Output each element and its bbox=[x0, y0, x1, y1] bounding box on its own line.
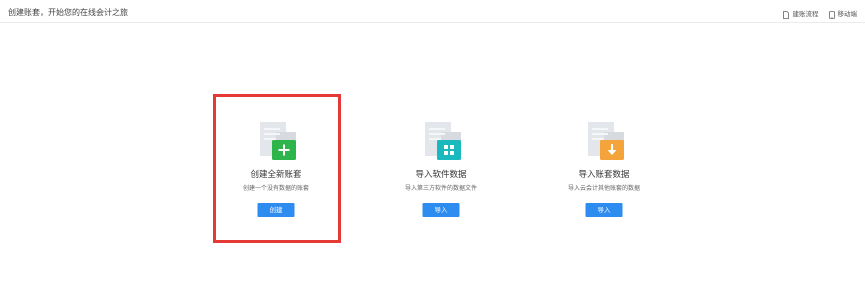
import-account-button[interactable]: 导入 bbox=[585, 203, 623, 217]
mobile-link[interactable]: 移动端 bbox=[828, 10, 858, 19]
account-process-label: 建账流程 bbox=[792, 10, 819, 18]
mobile-icon bbox=[828, 10, 835, 19]
download-arrow-icon bbox=[600, 140, 624, 160]
document-illustration bbox=[588, 122, 624, 160]
card-description: 导入第三方软件的数据文件 bbox=[404, 185, 477, 192]
document-icon bbox=[782, 10, 789, 19]
page-title: 创建账套，开始您的在线会计之旅 bbox=[8, 8, 128, 17]
import-software-button[interactable]: 导入 bbox=[422, 203, 460, 217]
import-software-data-card: 导入软件数据 导入第三方软件的数据文件 导入 bbox=[366, 112, 516, 217]
document-illustration bbox=[425, 122, 461, 160]
highlight-frame bbox=[213, 94, 341, 243]
top-actions: 建账流程 移动端 bbox=[782, 10, 858, 19]
card-description: 导入云会计其他账套的数据 bbox=[567, 185, 640, 192]
card-title: 导入账套数据 bbox=[578, 170, 630, 180]
account-process-link[interactable]: 建账流程 bbox=[782, 10, 819, 19]
top-bar: 创建账套，开始您的在线会计之旅 建账流程 移动端 bbox=[0, 0, 865, 23]
import-account-data-card: 导入账套数据 导入云会计其他账套的数据 导入 bbox=[529, 112, 679, 217]
mobile-label: 移动端 bbox=[837, 10, 858, 18]
card-title: 导入软件数据 bbox=[415, 170, 467, 180]
grid-icon bbox=[437, 140, 461, 160]
